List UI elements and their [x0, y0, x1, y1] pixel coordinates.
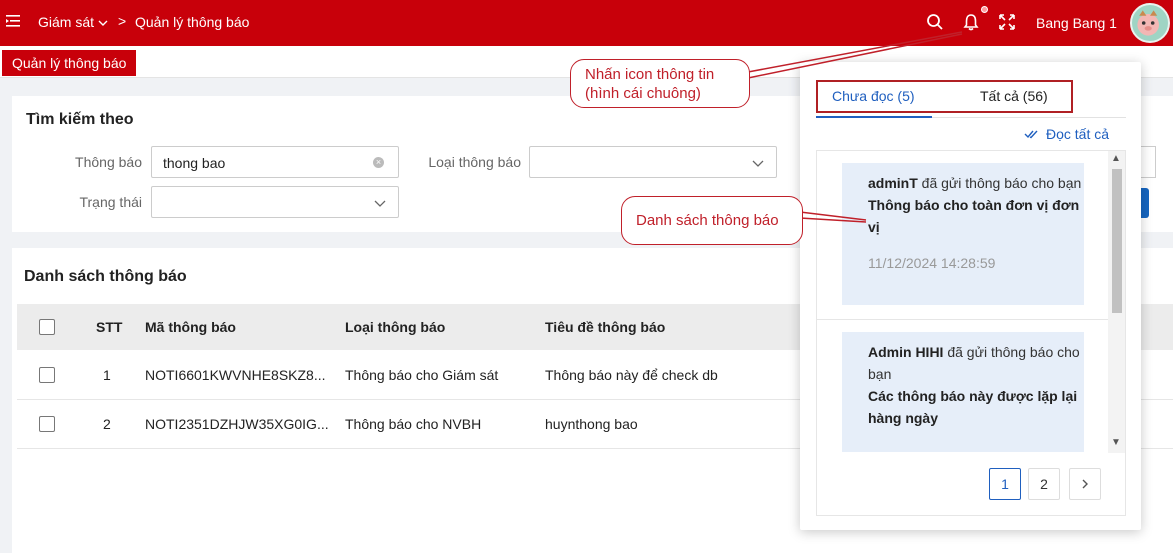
scroll-down-icon[interactable]: ▼ — [1111, 437, 1121, 448]
search-icon[interactable] — [926, 13, 944, 31]
status-label: Trạng thái — [79, 194, 142, 210]
type-label: Loại thông báo — [428, 154, 521, 170]
select-all-checkbox[interactable] — [39, 319, 55, 335]
scrollbar[interactable]: ▲ ▼ — [1108, 151, 1125, 453]
cell-code: NOTI2351DZHJW35XG0IG... — [145, 416, 329, 432]
column-header[interactable]: Mã thông báo — [145, 319, 236, 335]
search-title: Tìm kiếm theo — [26, 111, 134, 128]
page-1-button[interactable]: 1 — [989, 468, 1021, 500]
read-all-link[interactable]: Đọc tất cả — [1046, 126, 1109, 142]
page-2-button[interactable]: 2 — [1028, 468, 1060, 500]
active-tab-indicator — [816, 116, 932, 118]
notification-search-input[interactable]: thong bao × — [151, 146, 399, 178]
breadcrumb-root[interactable]: Giám sát — [38, 14, 94, 30]
scroll-up-icon[interactable]: ▲ — [1111, 153, 1121, 164]
notification-sender: adminT — [868, 175, 918, 191]
cell-code: NOTI6601KWVNHE8SKZ8... — [145, 367, 326, 383]
type-select[interactable] — [529, 146, 777, 178]
status-select[interactable] — [151, 186, 399, 218]
notification-title: Thông báo cho toàn đơn vị đơn vị — [868, 197, 1080, 235]
scrollbar-thumb[interactable] — [1112, 169, 1122, 313]
notification-label: Thông báo — [75, 154, 142, 170]
partial-search-button[interactable] — [1141, 188, 1149, 218]
notification-panel: Chưa đọc (5) Tất cả (56) Đọc tất cả admi… — [800, 62, 1141, 530]
clear-icon[interactable]: × — [373, 157, 384, 168]
column-header[interactable]: Tiêu đề thông báo — [545, 319, 665, 335]
cell-subject: Thông báo này để check db — [545, 367, 718, 383]
menu-icon[interactable] — [6, 14, 20, 28]
breadcrumb-current: Quản lý thông báo — [135, 14, 250, 30]
notification-item[interactable]: adminT đã gửi thông báo cho bạn Thông bá… — [842, 163, 1084, 305]
notification-dot — [981, 6, 988, 13]
tab-all[interactable]: Tất cả (56) — [980, 88, 1048, 104]
breadcrumb-separator: > — [118, 13, 127, 29]
row-checkbox[interactable] — [39, 416, 55, 432]
chevron-right-icon — [1082, 479, 1088, 489]
notification-action: đã gửi thông báo cho bạn — [921, 175, 1082, 191]
fullscreen-icon[interactable] — [998, 13, 1016, 31]
item-divider — [817, 319, 1109, 320]
list-title: Danh sách thông báo — [24, 268, 187, 285]
callout-bell-hint: Nhấn icon thông tin (hình cái chuông) — [570, 59, 750, 108]
cell-stt: 1 — [103, 367, 111, 383]
notification-list: adminT đã gửi thông báo cho bạn Thông bá… — [816, 150, 1126, 516]
double-check-icon[interactable] — [1024, 128, 1040, 140]
notification-search-value: thong bao — [163, 155, 226, 171]
cell-subject: huynthong bao — [545, 416, 638, 432]
partial-input[interactable] — [1141, 146, 1156, 178]
cell-type: Thông báo cho NVBH — [345, 416, 482, 432]
row-checkbox[interactable] — [39, 367, 55, 383]
column-header[interactable]: Loại thông báo — [345, 319, 445, 335]
username[interactable]: Bang Bang 1 — [1036, 15, 1117, 31]
notification-item[interactable]: Admin HIHI đã gửi thông báo cho bạn Các … — [842, 332, 1084, 452]
cell-stt: 2 — [103, 416, 111, 432]
next-page-button[interactable] — [1069, 468, 1101, 500]
chevron-down-icon — [752, 160, 764, 167]
tab-unread[interactable]: Chưa đọc (5) — [832, 88, 915, 104]
chevron-down-icon — [374, 200, 386, 207]
tab-notification-management[interactable]: Quản lý thông báo — [2, 50, 137, 76]
cell-type: Thông báo cho Giám sát — [345, 367, 499, 383]
notification-title: Các thông báo này được lặp lại hàng ngày — [868, 388, 1078, 426]
notification-sender: Admin HIHI — [868, 344, 944, 360]
chevron-down-icon[interactable] — [98, 18, 108, 28]
callout-list-hint: Danh sách thông báo — [621, 196, 803, 245]
avatar[interactable] — [1130, 3, 1170, 43]
bell-icon[interactable] — [962, 13, 980, 31]
column-header[interactable]: STT — [96, 319, 122, 335]
notification-time: 11/12/2024 14:28:59 — [868, 255, 996, 271]
top-bar: Giám sát > Quản lý thông báo Bang Bang 1 — [0, 0, 1173, 46]
